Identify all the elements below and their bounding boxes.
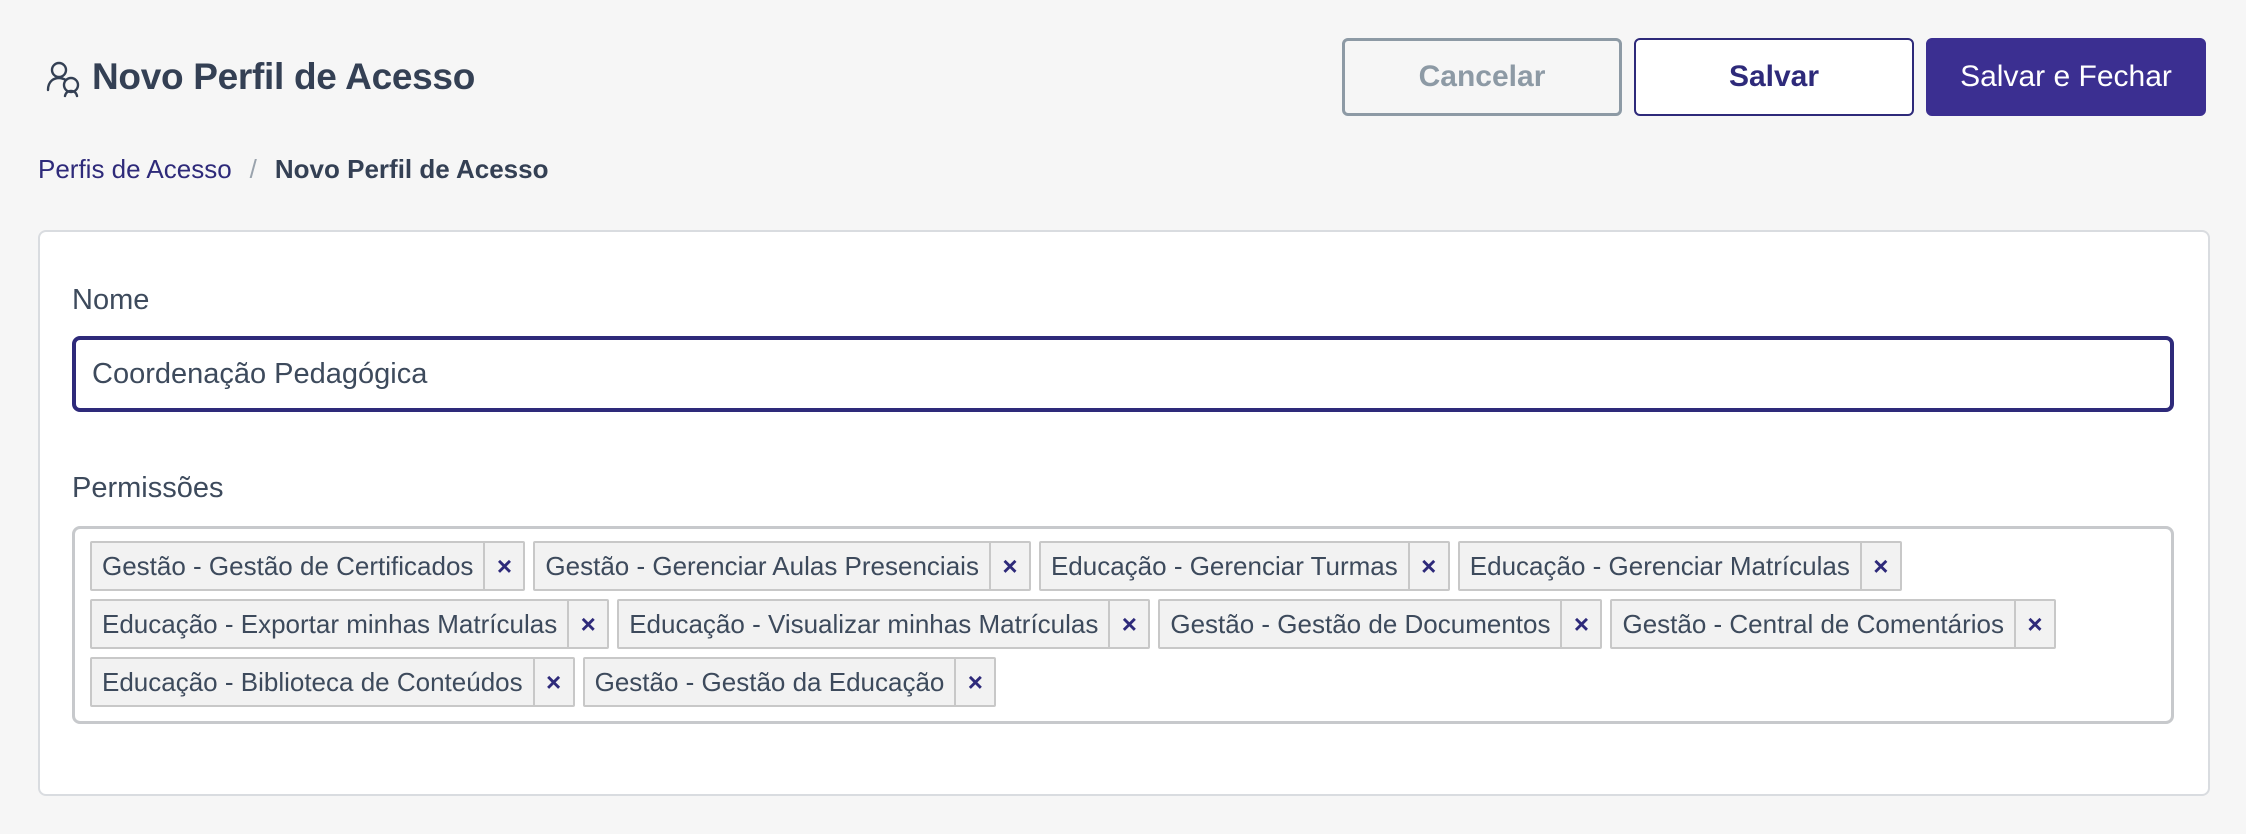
permission-tag-label: Gestão - Gestão de Documentos <box>1170 608 1551 639</box>
permission-tag-label: Educação - Biblioteca de Conteúdos <box>102 666 523 697</box>
breadcrumb-link-profiles[interactable]: Perfis de Acesso <box>38 154 232 185</box>
tag-row: Educação - Biblioteca de Conteúdos × Gestã… <box>90 657 2156 707</box>
page-title: Novo Perfil de Acesso <box>92 56 476 97</box>
remove-tag-icon[interactable]: × <box>988 543 1029 589</box>
permission-tag: Gestão - Central de Comentários × <box>1610 599 2056 649</box>
permission-tag-label: Gestão - Gestão de Certificados <box>102 550 474 581</box>
breadcrumb: Perfis de Acesso / Novo Perfil de Acesso <box>38 154 548 185</box>
remove-tag-icon[interactable]: × <box>532 659 573 705</box>
title-wrap: Novo Perfil de Acesso <box>44 56 475 98</box>
permission-tag-label: Gestão - Central de Comentários <box>1622 608 2004 639</box>
permission-tag: Educação - Biblioteca de Conteúdos × <box>90 657 575 707</box>
permission-tag-label: Gestão - Gerenciar Aulas Presenciais <box>545 550 979 581</box>
permission-tag: Educação - Exportar minhas Matrículas × <box>90 599 610 649</box>
remove-tag-icon[interactable]: × <box>483 543 523 589</box>
permission-tag: Gestão - Gestão de Certificados × <box>90 541 526 591</box>
form-card: Nome Coordenação Pedagógica Permissões G… <box>38 230 2210 796</box>
remove-tag-icon[interactable]: × <box>1859 543 1900 589</box>
permission-tag-label: Educação - Gerenciar Matrículas <box>1469 550 1850 581</box>
permission-tag: Gestão - Gestão da Educação × <box>582 657 997 707</box>
remove-tag-icon[interactable]: × <box>567 601 607 647</box>
permissions-multiselect[interactable]: Gestão - Gestão de Certificados × Gestão -… <box>72 526 2174 724</box>
breadcrumb-separator: / <box>249 154 257 184</box>
permission-tag-label: Gestão - Gestão da Educação <box>594 666 945 697</box>
name-input[interactable]: Coordenação Pedagógica <box>72 336 2174 412</box>
permission-tag-label: Educação - Visualizar minhas Matrículas <box>629 608 1099 639</box>
remove-tag-icon[interactable]: × <box>954 659 994 705</box>
page: Novo Perfil de Acesso Cancelar Salvar Sa… <box>0 0 2246 834</box>
permission-tag: Gestão - Gerenciar Aulas Presenciais × <box>533 541 1031 591</box>
action-buttons: Cancelar Salvar Salvar e Fechar <box>1342 38 2206 116</box>
remove-tag-icon[interactable]: × <box>1108 601 1148 647</box>
remove-tag-icon[interactable]: × <box>1407 543 1448 589</box>
permission-tag: Gestão - Gestão de Documentos × <box>1158 599 1603 649</box>
user-group-icon <box>46 61 80 98</box>
name-input-value: Coordenação Pedagógica <box>92 357 428 390</box>
name-label: Nome <box>72 284 150 316</box>
breadcrumb-current: Novo Perfil de Acesso <box>274 154 549 184</box>
remove-tag-icon[interactable]: × <box>1560 601 1600 647</box>
permissions-label: Permissões <box>72 472 224 504</box>
permission-tag: Educação - Visualizar minhas Matrículas × <box>617 599 1151 649</box>
remove-tag-icon[interactable]: × <box>2013 601 2054 647</box>
permission-tag-label: Educação - Exportar minhas Matrículas <box>102 608 558 639</box>
permission-tag-label: Educação - Gerenciar Turmas <box>1050 550 1398 581</box>
tag-row: Gestão - Gestão de Certificados × Gestão -… <box>90 541 2156 591</box>
tag-row: Educação - Exportar minhas Matrículas × Ed… <box>90 599 2156 649</box>
save-and-close-button[interactable]: Salvar e Fechar <box>1926 38 2206 116</box>
permission-tag: Educação - Gerenciar Turmas × <box>1038 541 1450 591</box>
cancel-button[interactable]: Cancelar <box>1342 38 1622 116</box>
page-header: Novo Perfil de Acesso Cancelar Salvar Sa… <box>40 38 2206 118</box>
permission-tag: Educação - Gerenciar Matrículas × <box>1457 541 1902 591</box>
save-button[interactable]: Salvar <box>1634 38 1914 116</box>
